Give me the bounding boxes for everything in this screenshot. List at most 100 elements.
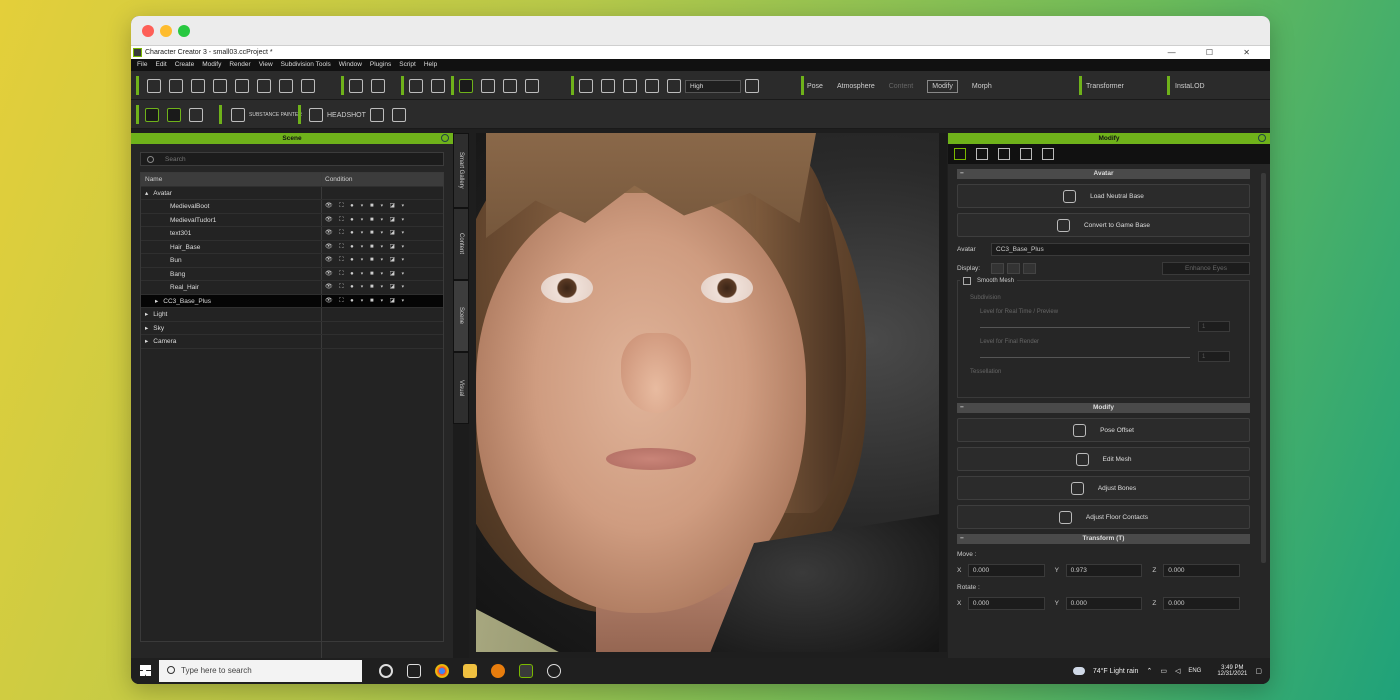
character-tool-icon[interactable] xyxy=(189,108,203,122)
tree-row-expand[interactable]: ▸ xyxy=(141,298,158,305)
tray-chevron-icon[interactable]: ⌃ xyxy=(1146,667,1152,675)
tree-row[interactable]: ▸ Sky xyxy=(141,321,443,335)
adjust-bones-button[interactable]: Adjust Bones xyxy=(957,476,1250,500)
pose-offset-button[interactable]: Pose Offset xyxy=(957,418,1250,442)
output-icon[interactable] xyxy=(301,79,315,93)
tree-row-expand[interactable] xyxy=(141,271,165,278)
display-icon-1[interactable] xyxy=(991,262,1004,274)
chrome-icon[interactable] xyxy=(435,664,449,678)
atmosphere-button[interactable]: Atmosphere xyxy=(837,83,875,90)
cortana-icon[interactable] xyxy=(379,664,393,678)
rotate-z-field[interactable]: 0.000 xyxy=(1163,596,1241,610)
tree-row-condition[interactable] xyxy=(321,186,325,199)
tree-row[interactable]: ▴ Avatar xyxy=(141,186,443,200)
sculpt-tool-icon[interactable] xyxy=(145,108,159,122)
home-camera-icon[interactable] xyxy=(579,79,593,93)
tree-row-condition[interactable]: 👁 ⛶ ● ▾ ■ ▾ ◪ ▾ xyxy=(321,294,407,307)
pose-button[interactable]: Pose xyxy=(807,83,823,90)
edit-mesh-button[interactable]: Edit Mesh xyxy=(957,447,1250,471)
tree-row[interactable]: ▸ Light xyxy=(141,308,443,322)
headshot-settings-icon[interactable] xyxy=(369,108,384,122)
tree-row[interactable]: ▸ Camera xyxy=(141,335,443,349)
panel-close-icon[interactable] xyxy=(441,134,449,142)
material-tab-icon[interactable] xyxy=(1020,148,1032,160)
modify-scrollbar[interactable] xyxy=(1261,173,1266,563)
clock[interactable]: 3:49 PM 12/31/2021 xyxy=(1209,665,1247,677)
instalod-button[interactable]: InstaLOD xyxy=(1175,83,1205,90)
substance-painter-button[interactable]: SUBSTANCE PAINTER xyxy=(249,112,302,118)
tree-row-condition[interactable]: 👁 ⛶ ● ▾ ■ ▾ ◪ ▾ xyxy=(321,227,407,240)
attribute-tab-icon[interactable] xyxy=(954,148,966,160)
tab-visual[interactable]: Visual xyxy=(453,352,469,424)
level-realtime-field[interactable]: 1 xyxy=(1198,321,1230,332)
export-icon[interactable] xyxy=(213,79,227,93)
frame-icon[interactable] xyxy=(601,79,615,93)
menu-item-plugins[interactable]: Plugins xyxy=(370,61,391,68)
tree-row[interactable]: Bang 👁 ⛶ ● ▾ ■ ▾ ◪ ▾ xyxy=(141,267,443,281)
windows-start-icon[interactable] xyxy=(140,665,151,676)
fit-icon[interactable] xyxy=(623,79,637,93)
menu-item-create[interactable]: Create xyxy=(175,61,195,68)
scene-search-input[interactable]: Search xyxy=(140,152,444,166)
window-controls[interactable]: — ☐ ✕ xyxy=(1168,46,1264,59)
tree-row-condition[interactable]: 👁 ⛶ ● ▾ ■ ▾ ◪ ▾ xyxy=(321,267,407,280)
rotate-x-field[interactable]: 0.000 xyxy=(967,596,1045,610)
morph-button[interactable]: Morph xyxy=(972,83,992,90)
tree-row-expand[interactable] xyxy=(141,257,165,264)
new-file-icon[interactable] xyxy=(147,79,161,93)
merge-icon[interactable] xyxy=(279,79,293,93)
close-dot-icon[interactable] xyxy=(142,25,154,37)
tessellation-radio[interactable]: Tessellation xyxy=(970,369,1001,375)
subdivision-radio[interactable]: Subdivision xyxy=(970,295,1001,301)
language-indicator[interactable]: ENG xyxy=(1188,668,1201,674)
tree-row-expand[interactable] xyxy=(141,203,165,210)
tab-smart-gallery[interactable]: Smart Gallery xyxy=(453,133,469,208)
tree-row-expand[interactable] xyxy=(141,244,165,251)
convert-game-base-button[interactable]: Convert to Game Base xyxy=(957,213,1250,237)
scale-icon[interactable] xyxy=(525,79,539,93)
minimize-dot-icon[interactable] xyxy=(160,25,172,37)
adjust-floor-contacts-button[interactable]: Adjust Floor Contacts xyxy=(957,505,1250,529)
column-condition[interactable]: Condition xyxy=(321,173,352,186)
3d-viewport[interactable] xyxy=(476,133,939,652)
undo-icon[interactable] xyxy=(409,79,423,93)
move-z-field[interactable]: 0.000 xyxy=(1163,563,1241,577)
motion-tab-icon[interactable] xyxy=(976,148,988,160)
menu-item-subdivision-tools[interactable]: Subdivision Tools xyxy=(281,61,331,68)
level-final-field[interactable]: 1 xyxy=(1198,351,1230,362)
tree-row[interactable]: MedievalTudor1 👁 ⛶ ● ▾ ■ ▾ ◪ ▾ xyxy=(141,213,443,227)
layout-icon[interactable] xyxy=(667,79,681,93)
load-neutral-base-button[interactable]: Load Neutral Base xyxy=(957,184,1250,208)
tree-row-condition[interactable]: 👁 ⛶ ● ▾ ■ ▾ ◪ ▾ xyxy=(321,254,407,267)
tree-row[interactable]: MedievalBoot 👁 ⛶ ● ▾ ■ ▾ ◪ ▾ xyxy=(141,200,443,214)
tree-row[interactable]: Bun 👁 ⛶ ● ▾ ■ ▾ ◪ ▾ xyxy=(141,254,443,268)
network-icon[interactable]: ▭ xyxy=(1160,667,1167,675)
task-view-icon[interactable] xyxy=(407,664,421,678)
avatar-section-header[interactable]: − Avatar xyxy=(957,169,1250,179)
smooth-mesh-checkbox[interactable] xyxy=(963,277,971,285)
rotate-y-field[interactable]: 0.000 xyxy=(1065,596,1143,610)
avatar-name-field[interactable]: CC3_Base_Plus xyxy=(991,242,1250,256)
menu-item-help[interactable]: Help xyxy=(424,61,437,68)
transformer-button[interactable]: Transformer xyxy=(1086,83,1124,90)
modify-section-header[interactable]: − Modify xyxy=(957,403,1250,413)
tree-row-condition[interactable]: 👁 ⛶ ● ▾ ■ ▾ ◪ ▾ xyxy=(321,200,407,213)
tree-row-expand[interactable]: ▸ xyxy=(141,311,148,318)
column-name[interactable]: Name xyxy=(141,176,162,183)
save-icon[interactable] xyxy=(191,79,205,93)
select-arrow-icon[interactable] xyxy=(459,79,473,93)
menu-item-window[interactable]: Window xyxy=(339,61,362,68)
import-icon[interactable] xyxy=(235,79,249,93)
character-creator-icon[interactable] xyxy=(519,664,533,678)
open-folder-icon[interactable] xyxy=(169,79,183,93)
tree-row[interactable]: Hair_Base 👁 ⛶ ● ▾ ■ ▾ ◪ ▾ xyxy=(141,240,443,254)
file-explorer-icon[interactable] xyxy=(463,664,477,678)
move-x-field[interactable]: 0.000 xyxy=(967,563,1045,577)
enhance-eyes-button[interactable]: Enhance Eyes xyxy=(1162,261,1250,275)
texture-tab-icon[interactable] xyxy=(1042,148,1054,160)
tree-row-condition[interactable]: 👁 ⛶ ● ▾ ■ ▾ ◪ ▾ xyxy=(321,281,407,294)
move-icon[interactable] xyxy=(481,79,495,93)
tree-row[interactable]: Real_Hair 👁 ⛶ ● ▾ ■ ▾ ◪ ▾ xyxy=(141,281,443,295)
app-icon-circle[interactable] xyxy=(547,664,561,678)
rotate-icon[interactable] xyxy=(503,79,517,93)
